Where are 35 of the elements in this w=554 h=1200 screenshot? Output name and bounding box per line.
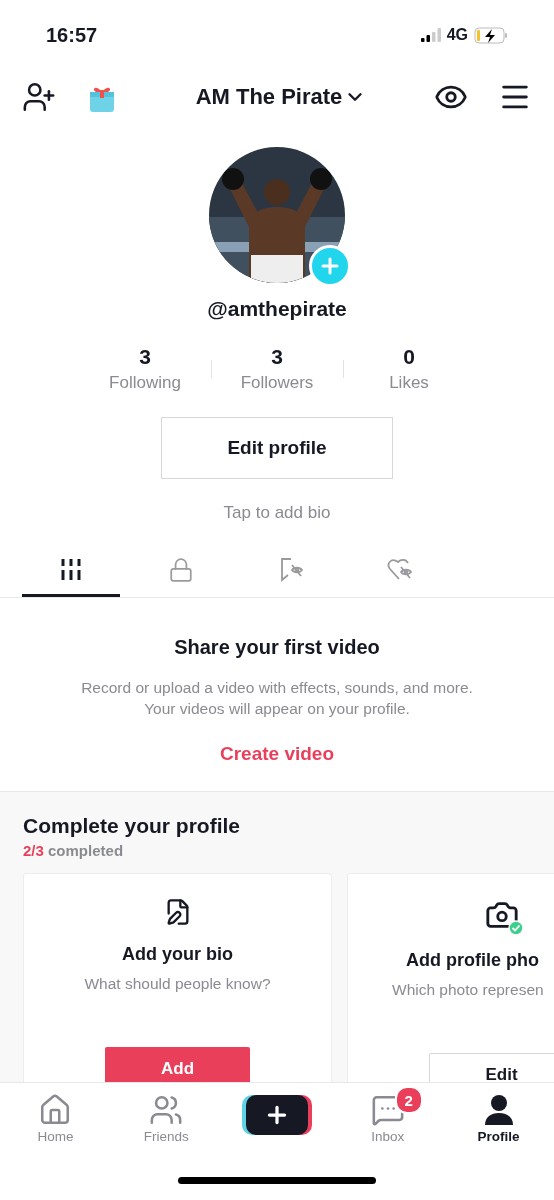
progress-text: 2/3 completed xyxy=(23,842,125,859)
status-time: 16:57 xyxy=(46,23,98,47)
empty-description: Record or upload a video with effects, sounds, and more. Your videos will appear on your profile. xyxy=(81,678,473,719)
card-subtitle: Which photo represen xyxy=(392,981,544,999)
stat-count: 3 xyxy=(139,345,151,369)
card-title: Add profile pho xyxy=(406,950,539,971)
battery-charging-icon xyxy=(474,26,508,44)
notification-badge: 2 xyxy=(394,1086,423,1114)
stat-label: Likes xyxy=(389,373,429,393)
nav-tab[interactable]: Home xyxy=(0,1083,111,1160)
section-title: Complete your profile xyxy=(23,814,242,838)
edit-profile-button[interactable]: Edit profile xyxy=(161,417,393,479)
network-label: 4G xyxy=(446,26,468,44)
card-title: Add your bio xyxy=(122,944,233,965)
card-subtitle: What should people know? xyxy=(84,975,271,993)
friends-icon xyxy=(149,1093,184,1127)
nav-tab[interactable]: Profile xyxy=(443,1083,554,1160)
nav-tab[interactable]: Friends xyxy=(110,1083,222,1160)
message-icon xyxy=(370,1093,405,1127)
empty-title: Share your first video xyxy=(174,636,380,659)
stat-label: Following xyxy=(109,373,181,393)
grid-icon xyxy=(59,557,83,582)
add-button[interactable]: Add xyxy=(105,1047,250,1082)
lock-icon xyxy=(168,556,194,583)
signal-icon xyxy=(420,28,441,42)
bio-prompt[interactable]: Tap to add bio xyxy=(223,503,331,523)
edit-button[interactable]: Edit xyxy=(429,1053,554,1082)
nav-tab[interactable]: 2 Inbox xyxy=(332,1083,444,1160)
add-friend-button[interactable] xyxy=(22,80,56,114)
account-switcher[interactable]: AM The Pirate xyxy=(158,84,404,110)
create-video-link[interactable]: Create video xyxy=(219,743,334,765)
stat-label: Followers xyxy=(240,373,314,393)
stat-count: 0 xyxy=(403,345,415,369)
stat-count: 3 xyxy=(271,345,283,369)
username: @amthepirate xyxy=(207,297,347,321)
